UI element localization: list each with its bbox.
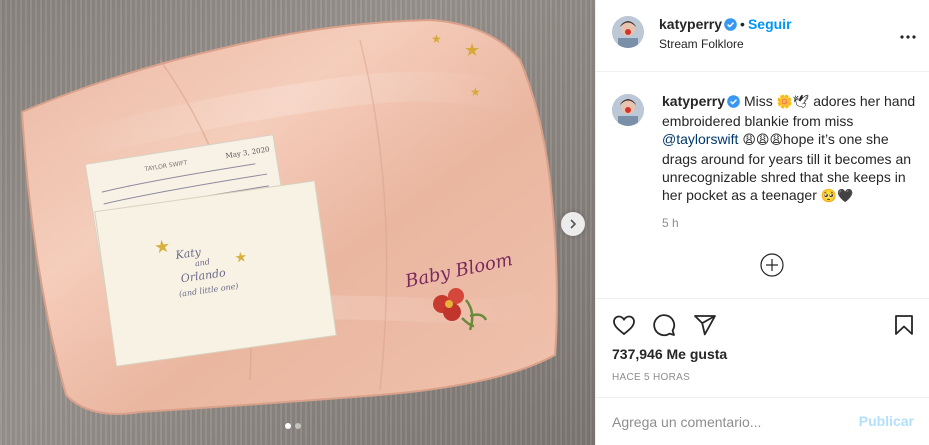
verified-badge-icon [727, 95, 740, 108]
caption-mention[interactable]: @taylorswift [662, 131, 738, 147]
comment-input[interactable] [612, 412, 852, 432]
likes-count[interactable]: 737,946 Me gusta [612, 346, 727, 362]
author-username[interactable]: katyperry [659, 16, 722, 32]
greeting-card: ★ ★ Katy and Orlando (and little one) [94, 180, 337, 367]
caption-text: katyperry Miss 🌼🕊 adores her hand embroi… [662, 92, 918, 206]
svg-text:★: ★ [153, 236, 172, 259]
follow-button[interactable]: Seguir [748, 16, 792, 32]
action-bar [596, 298, 929, 350]
comment-bar: Publicar [596, 397, 929, 445]
carousel-dot-active [285, 423, 291, 429]
post-timestamp: HACE 5 HORAS [612, 372, 691, 383]
caption-emoji-3: 🥺🖤 [820, 189, 854, 204]
carousel-indicator [285, 423, 301, 429]
blanket-photo: ★ ★ ★ TAYLOR SWIFT May 3, 2020 ★ ★ Katy … [20, 18, 558, 415]
like-button[interactable] [612, 313, 636, 342]
heart-icon [613, 315, 635, 336]
svg-text:★: ★ [464, 40, 480, 61]
author-avatar[interactable] [612, 16, 644, 48]
carousel-dot [295, 423, 301, 429]
more-options-icon [900, 35, 916, 39]
post-header: katyperry • Seguir Stream Folklore [596, 0, 929, 72]
share-button[interactable] [693, 313, 717, 342]
plus-circle-icon [760, 253, 784, 277]
carousel-next-button[interactable] [561, 212, 585, 236]
publish-button[interactable]: Publicar [859, 413, 914, 429]
save-button[interactable] [892, 313, 916, 342]
verified-badge-icon [724, 18, 737, 31]
caption-username[interactable]: katyperry [662, 93, 725, 109]
caption-emoji-2: 😩😩😩 [742, 133, 784, 148]
load-more-comments-button[interactable] [760, 253, 784, 282]
comment-icon [653, 314, 676, 337]
chevron-right-icon [570, 219, 577, 229]
caption-time: 5 h [662, 216, 679, 230]
header-separator: • [740, 16, 745, 32]
more-options-button[interactable] [900, 26, 916, 44]
caption-avatar[interactable] [612, 94, 644, 126]
bookmark-icon [895, 315, 913, 335]
svg-text:★: ★ [470, 85, 481, 99]
header-user-line: katyperry • Seguir [659, 16, 792, 32]
svg-text:★: ★ [431, 32, 442, 46]
post-photo[interactable]: ★ ★ ★ TAYLOR SWIFT May 3, 2020 ★ ★ Katy … [0, 0, 595, 445]
post-sidebar: katyperry • Seguir Stream Folklore katyper… [595, 0, 929, 445]
svg-text:★: ★ [234, 249, 249, 267]
post-location[interactable]: Stream Folklore [659, 37, 744, 51]
share-icon [694, 315, 716, 336]
comment-button[interactable] [652, 313, 676, 342]
caption-emoji-1: 🌼🕊 [776, 95, 810, 110]
caption-part-1: Miss [743, 93, 773, 109]
